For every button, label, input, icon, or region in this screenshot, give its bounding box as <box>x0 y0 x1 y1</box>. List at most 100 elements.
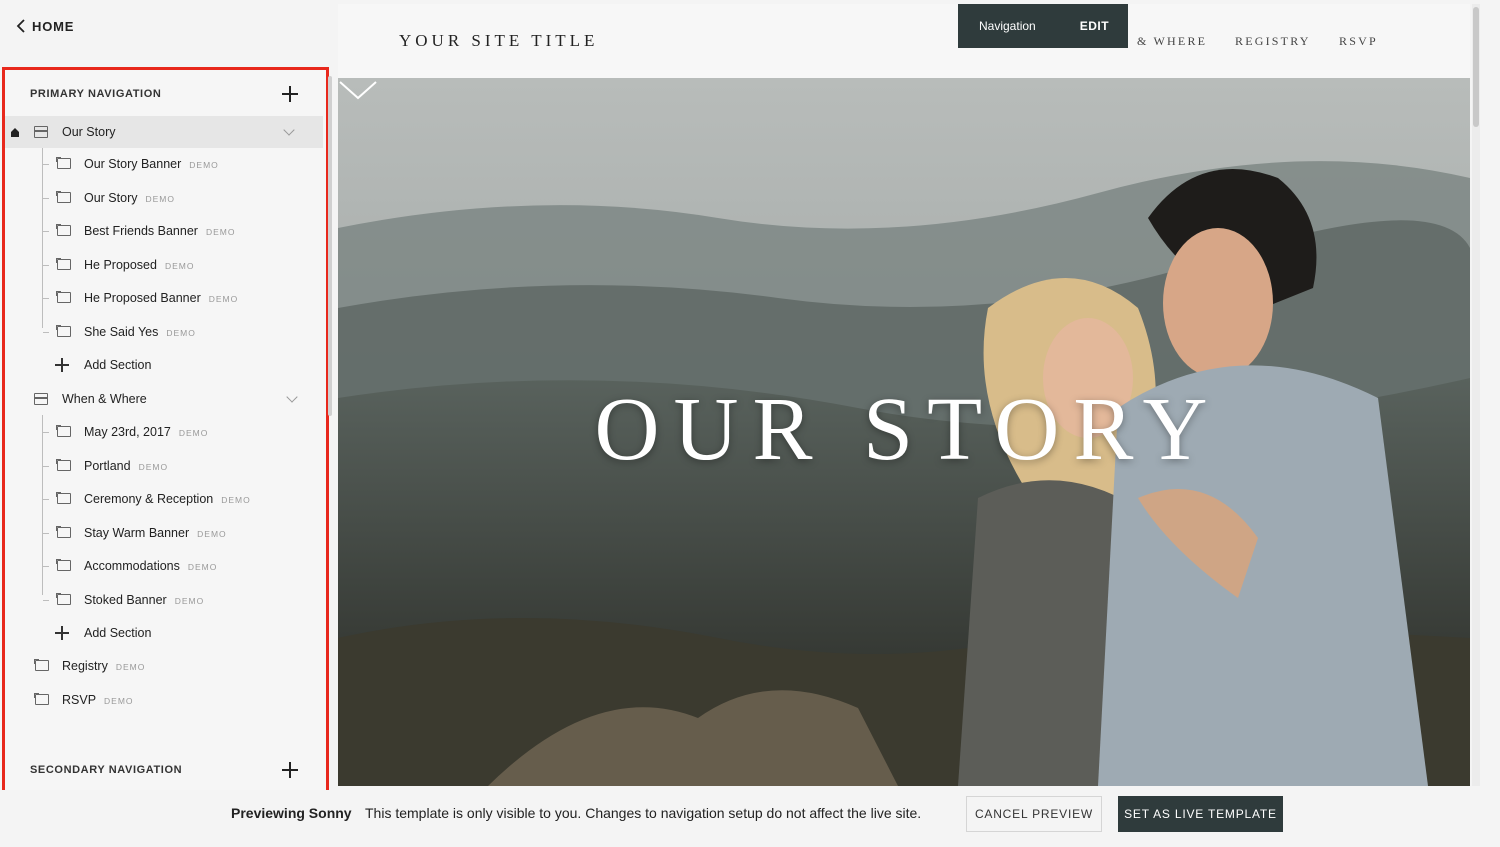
site-title[interactable]: YOUR SITE TITLE <box>399 31 598 51</box>
tree-tick <box>43 198 49 199</box>
page-icon <box>56 258 71 270</box>
hero-banner: OUR STORY <box>338 78 1470 786</box>
section-item[interactable]: Portland DEMO <box>5 450 326 482</box>
site-header: YOUR SITE TITLE & WHERE REGISTRY RSVP Na… <box>338 4 1470 78</box>
folder-label: Our Story <box>62 125 116 139</box>
section-name: May 23rd, 2017 <box>84 425 171 439</box>
folder-our-story[interactable]: Our Story <box>5 116 323 148</box>
page-rsvp[interactable]: RSVP DEMO <box>5 684 326 716</box>
chevron-down-icon[interactable] <box>338 78 378 102</box>
section-name: Best Friends Banner <box>84 224 198 238</box>
app-window: HOME PRIMARY NAVIGATION Our Story Our St… <box>0 0 1500 847</box>
set-live-template-button[interactable]: SET AS LIVE TEMPLATE <box>1118 796 1283 832</box>
tree-tick <box>43 432 49 433</box>
tree-tick <box>43 265 49 266</box>
tree-tick <box>43 466 49 467</box>
secondary-navigation-title: SECONDARY NAVIGATION <box>30 764 183 776</box>
section-item[interactable]: She Said Yes DEMO <box>5 316 326 348</box>
add-primary-item-button[interactable] <box>282 86 298 102</box>
site-nav-item[interactable]: REGISTRY <box>1235 34 1311 49</box>
cancel-preview-button[interactable]: CANCEL PREVIEW <box>966 796 1102 832</box>
add-section-label: Add Section <box>84 626 152 640</box>
demo-badge: DEMO <box>104 696 134 706</box>
page-icon <box>56 191 71 203</box>
section-item[interactable]: Stay Warm Banner DEMO <box>5 517 326 549</box>
primary-navigation-title: PRIMARY NAVIGATION <box>30 88 162 100</box>
section-item[interactable]: May 23rd, 2017 DEMO <box>5 416 326 448</box>
tree-tick <box>43 231 49 232</box>
tree-tick <box>43 499 49 500</box>
section-item[interactable]: Stoked Banner DEMO <box>5 584 326 616</box>
section-name: Our Story Banner <box>84 157 182 171</box>
section-name: Stay Warm Banner <box>84 526 190 540</box>
tree-tick <box>43 164 49 165</box>
home-link-label: HOME <box>32 18 75 34</box>
section-label: Best Friends Banner DEMO <box>84 224 235 238</box>
page-icon <box>56 559 71 571</box>
section-label: He Proposed DEMO <box>84 258 194 272</box>
section-label: May 23rd, 2017 DEMO <box>84 425 208 439</box>
page-icon <box>34 693 49 705</box>
hero-title: OUR STORY <box>594 380 1222 479</box>
secondary-navigation-header: SECONDARY NAVIGATION <box>5 750 326 790</box>
plus-icon <box>55 626 69 640</box>
section-name: Our Story <box>84 191 138 205</box>
home-link[interactable]: HOME <box>16 14 74 38</box>
section-label: She Said Yes DEMO <box>84 325 196 339</box>
section-label: Our Story Banner DEMO <box>84 157 219 171</box>
section-item[interactable]: Accommodations DEMO <box>5 550 326 582</box>
section-label: Ceremony & Reception DEMO <box>84 492 251 506</box>
add-section-button[interactable]: Add Section <box>5 617 326 649</box>
navigation-panel: PRIMARY NAVIGATION Our Story Our Story B… <box>2 67 332 798</box>
tree-tick <box>43 332 49 333</box>
site-preview: YOUR SITE TITLE & WHERE REGISTRY RSVP Na… <box>338 4 1470 786</box>
section-item[interactable]: Our Story Banner DEMO <box>5 148 326 180</box>
add-secondary-item-button[interactable] <box>282 762 298 778</box>
chevron-down-icon[interactable] <box>286 391 298 403</box>
page-name: Registry <box>62 659 108 673</box>
section-item[interactable]: He Proposed DEMO <box>5 249 326 281</box>
navigation-edit-bar: Navigation EDIT <box>958 4 1128 48</box>
previewing-label: Previewing Sonny <box>231 805 352 821</box>
preview-scrollbar[interactable] <box>1472 4 1480 786</box>
edit-bar-label: Navigation <box>979 19 1036 33</box>
panel-scrollbar[interactable] <box>328 76 332 416</box>
tree-tick <box>43 566 49 567</box>
site-nav-item[interactable]: RSVP <box>1339 34 1378 49</box>
demo-badge: DEMO <box>221 495 251 505</box>
section-name: Accommodations <box>84 559 180 573</box>
section-label: Portland DEMO <box>84 459 168 473</box>
page-name: RSVP <box>62 693 97 707</box>
site-nav-item[interactable]: & WHERE <box>1137 34 1207 49</box>
page-icon <box>56 425 71 437</box>
tree-tick <box>43 298 49 299</box>
section-name: Portland <box>84 459 131 473</box>
section-name: Ceremony & Reception <box>84 492 214 506</box>
home-icon <box>11 128 19 137</box>
chevron-left-icon <box>16 19 25 33</box>
section-item[interactable]: Ceremony & Reception DEMO <box>5 483 326 515</box>
preview-bar: Previewing Sonny This template is only v… <box>0 790 1500 847</box>
folder-icon <box>34 126 48 138</box>
demo-badge: DEMO <box>205 227 236 237</box>
folder-label: When & Where <box>62 392 147 406</box>
page-icon <box>56 593 71 605</box>
plus-icon <box>55 358 69 372</box>
section-item[interactable]: He Proposed Banner DEMO <box>5 282 326 314</box>
page-label: RSVP DEMO <box>62 693 134 707</box>
edit-button[interactable]: EDIT <box>1080 19 1109 33</box>
folder-when-where[interactable]: When & Where <box>5 383 326 415</box>
scrollbar-thumb[interactable] <box>1473 7 1479 127</box>
section-name: He Proposed Banner <box>84 291 201 305</box>
page-registry[interactable]: Registry DEMO <box>5 650 326 682</box>
demo-badge: DEMO <box>115 662 146 672</box>
section-item[interactable]: Our Story DEMO <box>5 182 326 214</box>
demo-badge: DEMO <box>164 261 195 271</box>
section-label: Stay Warm Banner DEMO <box>84 526 227 540</box>
add-section-button[interactable]: Add Section <box>5 349 326 381</box>
demo-badge: DEMO <box>197 529 227 539</box>
page-icon <box>56 325 71 337</box>
section-item[interactable]: Best Friends Banner DEMO <box>5 215 326 247</box>
demo-badge: DEMO <box>178 428 209 438</box>
chevron-down-icon[interactable] <box>283 124 295 136</box>
